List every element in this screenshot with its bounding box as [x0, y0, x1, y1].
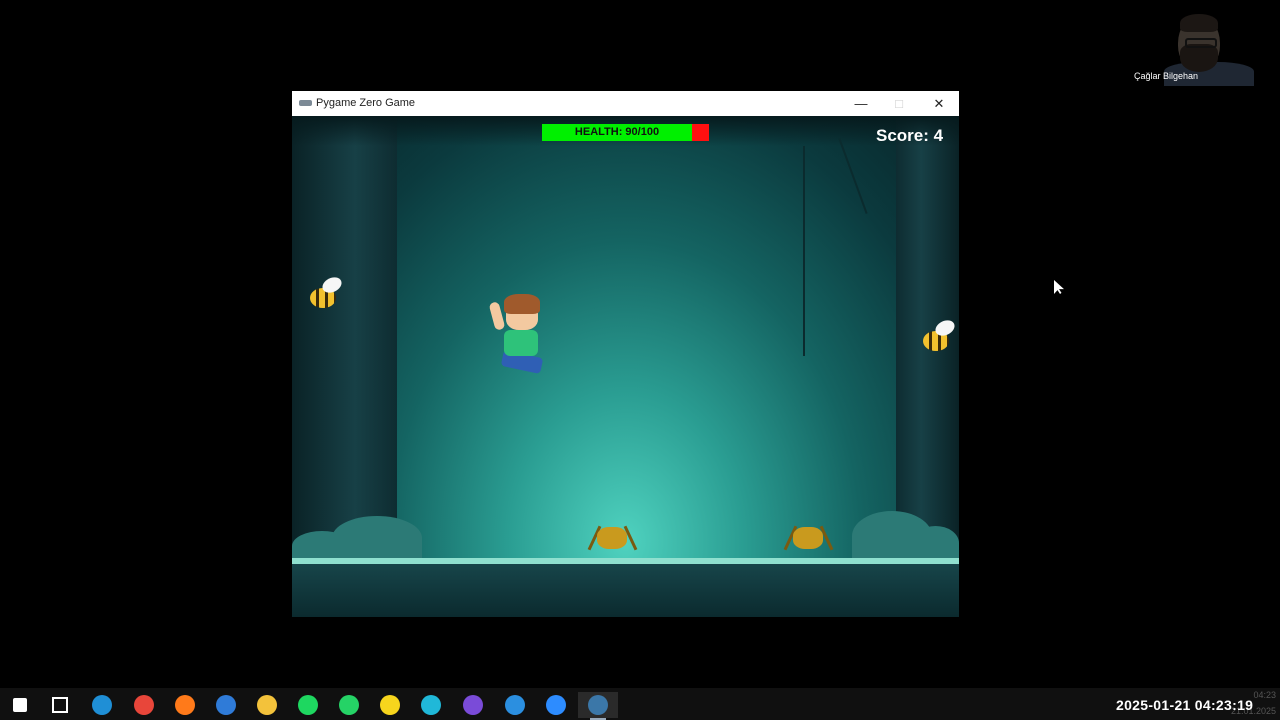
- mouse-cursor-icon: [1054, 280, 1064, 294]
- window-titlebar[interactable]: Pygame Zero Game — □ ✕: [292, 91, 959, 116]
- gamepad-icon: [299, 100, 312, 106]
- bee-enemy: [308, 274, 346, 312]
- edge-taskbar-button[interactable]: [82, 692, 122, 718]
- task-view-taskbar-button[interactable]: [40, 692, 80, 718]
- whatsapp-icon: [339, 695, 359, 715]
- spider-body: [793, 527, 823, 549]
- taskbar-clock[interactable]: 04:23 21.01.2025 2025-01-21 04:23:19: [1108, 690, 1280, 720]
- minimize-button[interactable]: —: [842, 91, 880, 116]
- file-explorer-icon: [257, 695, 277, 715]
- hanging-vine: [838, 138, 868, 214]
- floor-rock: [292, 531, 352, 561]
- spotify-icon: [298, 695, 318, 715]
- firefox-icon: [175, 695, 195, 715]
- chrome-taskbar-button[interactable]: [124, 692, 164, 718]
- spotify-taskbar-button[interactable]: [288, 692, 328, 718]
- vscode-icon: [505, 695, 525, 715]
- close-button[interactable]: ✕: [920, 91, 958, 116]
- score-label: Score: 4: [876, 126, 944, 145]
- task-view-icon: [52, 697, 68, 713]
- vscode-taskbar-button[interactable]: [495, 692, 535, 718]
- player-character: [488, 292, 552, 376]
- python-taskbar-button[interactable]: [578, 692, 618, 720]
- sticky-notes-taskbar-button[interactable]: [370, 692, 410, 718]
- zoom-taskbar-button[interactable]: [536, 692, 576, 718]
- taskbar: [0, 688, 1280, 720]
- ground: [292, 564, 959, 617]
- spider-enemy: [783, 521, 834, 555]
- webcam-person-hair: [1180, 14, 1218, 32]
- sticky-notes-icon: [380, 695, 400, 715]
- python-icon: [588, 695, 608, 715]
- player-hair: [504, 294, 540, 314]
- firefox-taskbar-button[interactable]: [165, 692, 205, 718]
- edge-icon: [92, 695, 112, 715]
- whatsapp-taskbar-button[interactable]: [329, 692, 369, 718]
- canva-icon: [421, 695, 441, 715]
- webcam-person-beard: [1180, 44, 1218, 72]
- zoom-icon: [546, 695, 566, 715]
- windows-start-icon: [13, 698, 27, 712]
- thunderbird-icon: [216, 695, 236, 715]
- player-shirt: [504, 330, 538, 356]
- window-title: Pygame Zero Game: [316, 97, 416, 109]
- webcam-person-glasses: [1185, 38, 1217, 48]
- webcam-name-label: Çağlar Bilgehan: [1134, 71, 1199, 81]
- clock-timestamp: 2025-01-21 04:23:19: [1116, 697, 1254, 713]
- health-label: HEALTH: 90/100: [574, 126, 660, 138]
- spider-enemy: [587, 521, 638, 555]
- thunderbird-taskbar-button[interactable]: [206, 692, 246, 718]
- file-explorer-taskbar-button[interactable]: [247, 692, 287, 718]
- health-bar: HEALTH: 90/100: [542, 124, 709, 141]
- maximize-button[interactable]: □: [880, 91, 918, 116]
- player-arm: [488, 301, 506, 331]
- github-desktop-icon: [463, 695, 483, 715]
- github-desktop-taskbar-button[interactable]: [453, 692, 493, 718]
- spider-body: [597, 527, 627, 549]
- game-window[interactable]: Pygame Zero Game — □ ✕ HEALTH: 90/100 Sc…: [292, 91, 959, 617]
- chrome-icon: [134, 695, 154, 715]
- windows-start-taskbar-button[interactable]: [0, 692, 40, 718]
- bee-enemy: [921, 317, 959, 355]
- webcam-overlay: Çağlar Bilgehan: [1128, 10, 1254, 86]
- clock-time-small: 04:23: [1253, 690, 1276, 700]
- hanging-vine: [803, 146, 805, 356]
- game-canvas[interactable]: HEALTH: 90/100 Score: 4: [292, 116, 959, 617]
- floor-rock: [912, 526, 959, 560]
- cave-pillar-left: [292, 116, 397, 561]
- canva-taskbar-button[interactable]: [411, 692, 451, 718]
